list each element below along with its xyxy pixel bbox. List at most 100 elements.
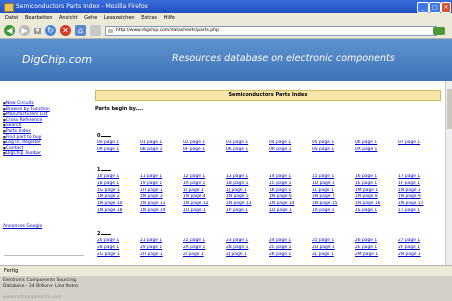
back-arrow-icon[interactable]: ◀ xyxy=(4,25,15,36)
google-ads-link[interactable]: Annonces Google xyxy=(3,224,42,230)
dropdown-arrow-icon[interactable]: ▼ xyxy=(34,28,41,34)
menu-hilfe[interactable]: Hilfe xyxy=(164,13,175,23)
forward-arrow-icon[interactable]: ▶ xyxy=(19,25,30,36)
part-index-link[interactable]: 1D page 1 xyxy=(312,181,355,187)
part-index-link[interactable]: 22 page 1 xyxy=(183,238,226,244)
part-index-link[interactable]: 1N page 16 xyxy=(355,201,398,207)
part-index-link[interactable]: 1P page 1 xyxy=(226,208,269,214)
part-index-link[interactable]: 2D page 1 xyxy=(312,245,355,251)
part-index-link[interactable]: 25 page 1 xyxy=(312,238,355,244)
minimize-button[interactable]: _ xyxy=(417,2,429,13)
part-index-link[interactable]: 1N page 15 xyxy=(312,201,355,207)
vertical-scrollbar[interactable] xyxy=(445,81,452,265)
go-button[interactable] xyxy=(433,27,445,35)
part-index-link[interactable]: 1N page 7 xyxy=(312,194,355,200)
part-index-link[interactable]: 1N page 9 xyxy=(398,194,441,200)
part-index-link[interactable]: 03 page 1 xyxy=(226,140,269,146)
part-index-link[interactable]: 04 page 1 xyxy=(269,140,312,146)
part-index-link[interactable]: 2M page 1 xyxy=(355,252,398,258)
part-index-link[interactable]: 1N page 13 xyxy=(226,201,269,207)
part-index-link[interactable]: 10 page 1 xyxy=(97,174,140,180)
part-index-link[interactable]: 1M page 1 xyxy=(355,188,398,194)
part-index-link[interactable]: 09 page 1 xyxy=(97,147,140,153)
part-index-link[interactable]: 12 page 1 xyxy=(183,174,226,180)
part-index-link[interactable]: 23 page 1 xyxy=(226,238,269,244)
part-index-link[interactable]: 2A page 1 xyxy=(183,245,226,251)
url-input[interactable]: http://www.digchip.com/datasheets/parts.… xyxy=(105,26,437,36)
part-index-link[interactable]: 15 page 1 xyxy=(312,174,355,180)
part-index-link[interactable]: 0K page 1 xyxy=(226,147,269,153)
menu-bearbeiten[interactable]: Bearbeiten xyxy=(25,13,52,23)
part-index-link[interactable]: 07 page 1 xyxy=(398,140,441,146)
part-index-link[interactable]: 2H page 1 xyxy=(140,252,183,258)
part-index-link[interactable]: 21 page 1 xyxy=(140,238,183,244)
part-index-link[interactable]: 1N page 12 xyxy=(183,201,226,207)
part-index-link[interactable]: 2N page 1 xyxy=(398,252,441,258)
part-index-link[interactable]: 1N page 10 xyxy=(97,201,140,207)
part-index-link[interactable]: 1E page 1 xyxy=(355,181,398,187)
part-index-link[interactable]: 2B page 1 xyxy=(226,245,269,251)
part-index-link[interactable]: 1N page 3 xyxy=(140,194,183,200)
close-button[interactable]: × xyxy=(441,2,451,13)
part-index-link[interactable]: 1N page 17 xyxy=(398,201,441,207)
part-index-link[interactable]: 1R page 1 xyxy=(312,208,355,214)
part-index-link[interactable]: 11 page 1 xyxy=(140,174,183,180)
part-index-link[interactable]: 1N page 18 xyxy=(97,208,140,214)
part-index-link[interactable]: 1N page 1 xyxy=(398,188,441,194)
menu-lesezeichen[interactable]: Lesezeichen xyxy=(104,13,135,23)
part-index-link[interactable]: 17 page 1 xyxy=(398,174,441,180)
part-index-link[interactable]: 01 page 1 xyxy=(140,140,183,146)
part-index-link[interactable]: 18 page 1 xyxy=(97,181,140,187)
part-index-link[interactable]: 1T page 1 xyxy=(398,208,441,214)
part-index-link[interactable]: 1B page 1 xyxy=(226,181,269,187)
part-index-link[interactable]: 2K page 1 xyxy=(269,252,312,258)
part-index-link[interactable]: 2C page 1 xyxy=(269,245,312,251)
part-index-link[interactable]: 13 page 1 xyxy=(226,174,269,180)
part-index-link[interactable]: 2G page 1 xyxy=(97,252,140,258)
home-icon[interactable]: ⌂ xyxy=(75,25,86,36)
part-index-link[interactable]: 1K page 1 xyxy=(269,188,312,194)
part-index-link[interactable]: 14 page 1 xyxy=(269,174,312,180)
part-index-link[interactable]: 1N page 4 xyxy=(183,194,226,200)
part-index-link[interactable]: 20 page 1 xyxy=(97,238,140,244)
part-index-link[interactable]: 02 page 1 xyxy=(183,140,226,146)
part-index-link[interactable]: 1N page 14 xyxy=(269,201,312,207)
part-index-link[interactable]: 2I page 1 xyxy=(183,252,226,258)
part-index-link[interactable]: 1L page 1 xyxy=(312,188,355,194)
part-index-link[interactable]: 28 page 1 xyxy=(97,245,140,251)
scrollbar-thumb[interactable] xyxy=(447,89,452,129)
part-index-link[interactable]: 1J page 1 xyxy=(226,188,269,194)
part-index-link[interactable]: 1C page 1 xyxy=(269,181,312,187)
ad-url[interactable]: www.netcomponents.com xyxy=(3,295,61,301)
part-index-link[interactable]: 1N page 5 xyxy=(226,194,269,200)
part-index-link[interactable]: 0F page 1 xyxy=(183,147,226,153)
part-index-link[interactable]: 1N page 8 xyxy=(355,194,398,200)
menu-gehe[interactable]: Gehe xyxy=(84,13,97,23)
part-index-link[interactable]: 1N page 2 xyxy=(97,194,140,200)
menu-datei[interactable]: Datei xyxy=(5,13,18,23)
stop-icon[interactable]: ✕ xyxy=(60,25,71,36)
part-index-link[interactable]: 0R page 1 xyxy=(269,147,312,153)
menu-extras[interactable]: Extras xyxy=(141,13,157,23)
part-index-link[interactable]: 1N page 11 xyxy=(140,201,183,207)
part-index-link[interactable]: 1Q page 1 xyxy=(269,208,312,214)
part-index-link[interactable]: 29 page 1 xyxy=(140,245,183,251)
part-index-link[interactable]: 0B page 1 xyxy=(140,147,183,153)
nav-digchip-toolbar[interactable]: DigChip Toolbar xyxy=(3,151,89,157)
part-index-link[interactable]: 27 page 1 xyxy=(398,238,441,244)
part-index-link[interactable]: 0S page 1 xyxy=(312,147,355,153)
part-index-link[interactable]: 1O page 1 xyxy=(183,208,226,214)
part-index-link[interactable]: 1H page 1 xyxy=(140,188,183,194)
part-index-link[interactable]: 0X page 1 xyxy=(355,147,398,153)
part-index-link[interactable]: 1F page 1 xyxy=(398,181,441,187)
part-index-link[interactable]: 2E page 1 xyxy=(355,245,398,251)
part-index-link[interactable]: 1A page 1 xyxy=(183,181,226,187)
part-index-link[interactable]: 1N page 19 xyxy=(140,208,183,214)
reload-icon[interactable]: ↻ xyxy=(45,25,56,36)
part-index-link[interactable]: 1G page 1 xyxy=(97,188,140,194)
menu-ansicht[interactable]: Ansicht xyxy=(59,13,77,23)
part-index-link[interactable]: 2J page 1 xyxy=(226,252,269,258)
maximize-button[interactable]: □ xyxy=(429,2,441,13)
part-index-link[interactable]: 2L page 1 xyxy=(312,252,355,258)
part-index-link[interactable]: 00 page 1 xyxy=(97,140,140,146)
